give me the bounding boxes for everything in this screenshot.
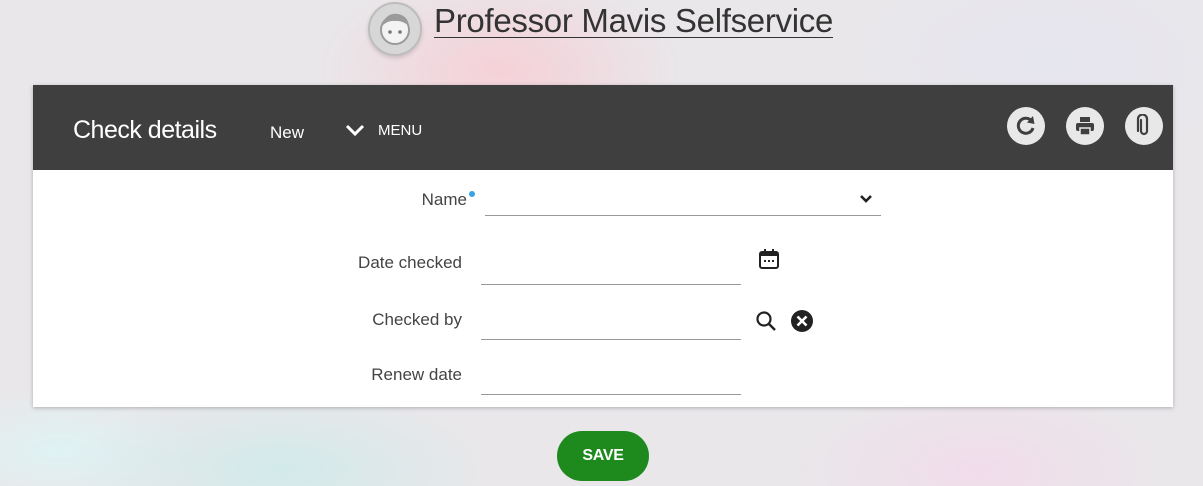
close-circle-icon	[791, 310, 813, 332]
calendar-icon	[759, 249, 779, 269]
card-toolbar: Check details New MENU	[33, 85, 1173, 170]
name-label: Name	[421, 190, 467, 209]
attach-button[interactable]	[1125, 107, 1163, 145]
refresh-icon	[1016, 116, 1035, 135]
checked-by-input[interactable]	[481, 304, 741, 340]
search-icon	[756, 311, 776, 331]
menu-toggle[interactable]: MENU	[344, 117, 422, 143]
date-checked-input[interactable]	[481, 249, 741, 285]
print-button[interactable]	[1066, 107, 1104, 145]
print-icon	[1076, 117, 1094, 136]
check-details-card: Check details New MENU Name Date checked…	[33, 85, 1173, 407]
paperclip-icon	[1136, 114, 1149, 136]
chevron-down-icon	[345, 124, 365, 137]
renew-date-input[interactable]	[481, 359, 741, 395]
menu-label: MENU	[378, 121, 423, 139]
page-title[interactable]: Professor Mavis Selfservice	[434, 2, 833, 40]
renew-date-label: Renew date	[371, 365, 462, 384]
refresh-button[interactable]	[1007, 107, 1045, 145]
name-row: Name	[33, 185, 1173, 225]
calendar-button[interactable]	[755, 245, 783, 273]
required-indicator	[469, 191, 475, 197]
avatar[interactable]	[368, 2, 422, 56]
status-badge: New	[270, 123, 305, 142]
face-icon	[380, 13, 410, 45]
checked-by-label: Checked by	[372, 310, 462, 329]
search-button[interactable]	[753, 308, 779, 334]
save-button[interactable]: SAVE	[557, 431, 649, 481]
clear-button[interactable]	[789, 308, 815, 334]
chevron-down-icon	[860, 195, 872, 203]
date-checked-row: Date checked	[33, 245, 1173, 285]
page-header: Professor Mavis Selfservice	[0, 0, 1203, 70]
date-checked-label: Date checked	[358, 253, 462, 272]
card-title: Check details	[73, 116, 217, 144]
name-select[interactable]	[485, 185, 881, 216]
checked-by-row: Checked by	[33, 302, 1173, 342]
renew-date-row: Renew date	[33, 357, 1173, 397]
